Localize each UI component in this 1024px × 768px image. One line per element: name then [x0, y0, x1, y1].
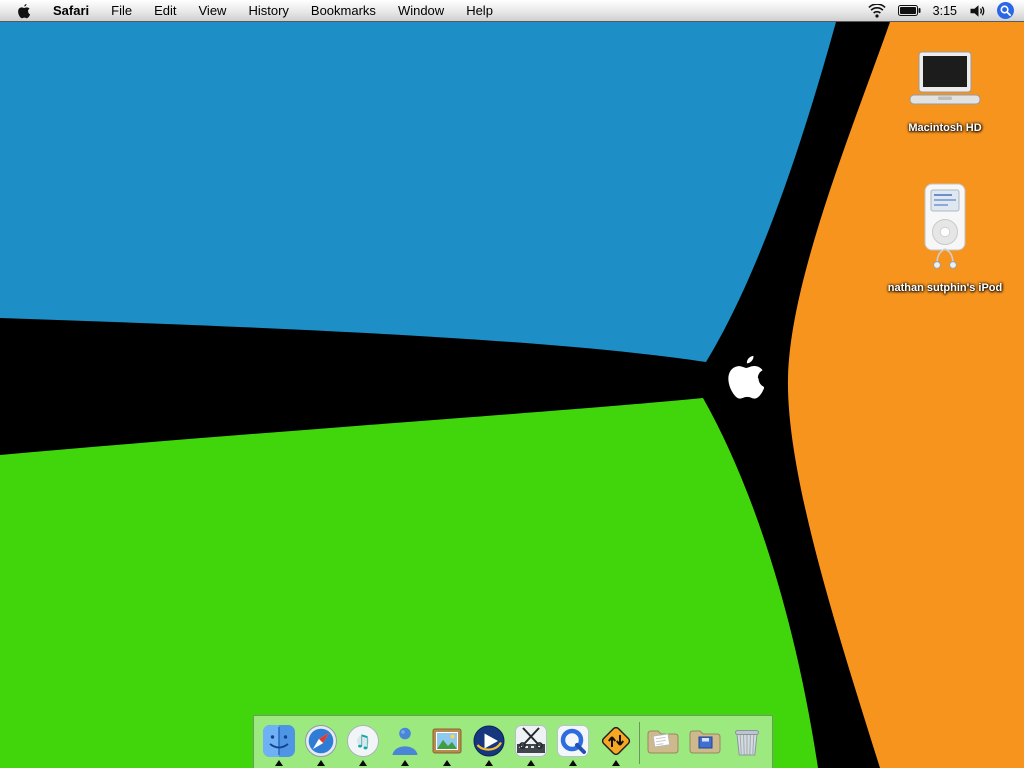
menu-bookmarks[interactable]: Bookmarks	[300, 0, 387, 22]
dock-item-finder[interactable]	[260, 724, 298, 766]
quicktime-q-icon	[557, 725, 590, 757]
dock-item-iphoto[interactable]	[428, 724, 466, 766]
macintosh-hd-label: Macintosh HD	[908, 122, 982, 134]
running-indicator	[527, 760, 536, 766]
safari-icon	[305, 725, 338, 757]
dock-item-folder-files[interactable]	[686, 724, 724, 766]
running-indicator	[401, 760, 410, 766]
spotlight-button[interactable]	[997, 2, 1014, 19]
volume-icon[interactable]	[969, 4, 985, 18]
ipod-icon	[924, 183, 966, 269]
menu-file[interactable]: File	[100, 0, 143, 22]
desktop-icon-ipod[interactable]: nathan sutphin's iPod	[875, 182, 1015, 294]
apple-logo-icon	[18, 3, 30, 18]
running-indicator	[569, 760, 578, 766]
running-indicator	[275, 760, 284, 766]
menu-clock[interactable]: 3:15	[933, 4, 957, 18]
dock-item-trash[interactable]	[728, 724, 766, 766]
menu-app-name[interactable]: Safari	[42, 0, 100, 22]
dock-item-ichat[interactable]	[386, 724, 424, 766]
dock-item-safari[interactable]	[302, 724, 340, 766]
running-indicator	[317, 760, 326, 766]
menu-bar: Safari File Edit View History Bookmarks …	[0, 0, 1024, 22]
macintosh-hd-icon	[909, 51, 981, 105]
wallpaper-green-shape	[0, 398, 818, 768]
finder-icon	[263, 725, 296, 757]
dock-item-folder-documents[interactable]	[644, 724, 682, 766]
desktop-wallpaper	[0, 22, 1024, 768]
wifi-icon[interactable]	[867, 3, 886, 18]
menu-edit[interactable]: Edit	[143, 0, 187, 22]
dock-item-quicktime[interactable]	[554, 724, 592, 766]
trash-icon	[734, 730, 759, 756]
svg-text:♫: ♫	[355, 732, 371, 753]
dock-item-video-editor[interactable]	[512, 724, 550, 766]
spotlight-magnifier-icon	[1000, 5, 1012, 17]
road-sign-icon	[601, 726, 630, 756]
ichat-person-icon	[392, 727, 418, 755]
scissors-film-icon	[515, 725, 548, 757]
folder-disk-icon	[689, 730, 721, 754]
dock-divider	[638, 722, 640, 764]
dock-item-realplayer[interactable]	[470, 724, 508, 766]
running-indicator	[611, 760, 620, 766]
ipod-label: nathan sutphin's iPod	[887, 282, 1003, 294]
menu-status-area: 3:15	[867, 2, 1018, 19]
itunes-icon: ♫	[347, 725, 380, 757]
dock: ♫	[253, 715, 773, 768]
menu-help[interactable]: Help	[455, 0, 504, 22]
menu-window[interactable]: Window	[387, 0, 455, 22]
running-indicator	[443, 760, 452, 766]
apple-logo-wallpaper	[728, 355, 764, 399]
folder-icon	[647, 730, 679, 754]
running-indicator	[485, 760, 494, 766]
menu-view[interactable]: View	[188, 0, 238, 22]
battery-icon[interactable]	[897, 5, 921, 16]
apple-menu[interactable]	[6, 0, 42, 22]
dock-item-itunes[interactable]: ♫	[344, 724, 382, 766]
wallpaper-blue-shape	[0, 22, 836, 362]
dock-item-road-sign[interactable]	[597, 724, 635, 766]
realplayer-icon	[473, 725, 505, 757]
desktop-icon-macintosh-hd[interactable]: Macintosh HD	[893, 50, 997, 134]
photo-frame-icon	[432, 728, 462, 754]
menu-history[interactable]: History	[237, 0, 299, 22]
running-indicator	[359, 760, 368, 766]
